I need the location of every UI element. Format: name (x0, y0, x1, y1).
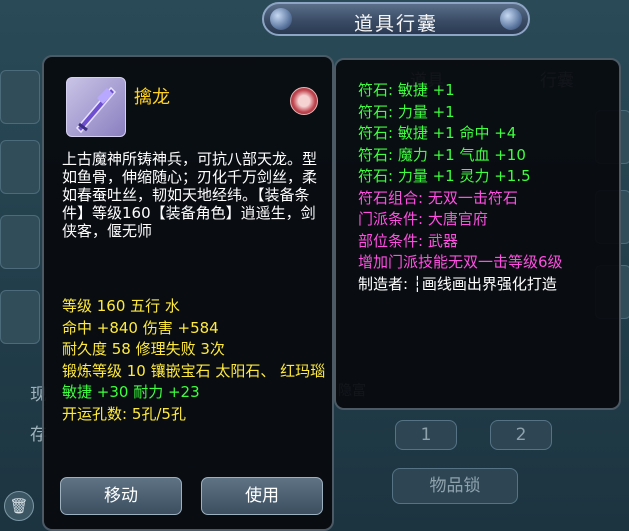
window-title-bar: 道具行囊 (262, 2, 530, 36)
move-button[interactable]: 移动 (60, 477, 182, 515)
rune-line: 符石: 魔力 +1 气血 +10 (358, 145, 526, 164)
rune-line: 符石: 力量 +1 (358, 102, 455, 121)
use-button[interactable]: 使用 (201, 477, 323, 515)
inventory-slot[interactable] (0, 140, 40, 194)
stat-level: 等级 160 五行 水 (62, 297, 180, 315)
stat-holes: 开运孔数: 5孔/5孔 (62, 404, 186, 423)
item-description: 上古魔神所铸神兵，可抗八部天龙。型如鱼骨，伸缩随心；刃化千万剑丝，柔如春蚕吐丝，… (62, 150, 318, 240)
item-name: 擒龙 (134, 87, 170, 108)
weapon-icon (66, 77, 126, 137)
rune-info-panel: 符石: 敏捷 +1 符石: 力量 +1 符石: 敏捷 +1 命中 +4 符石: … (334, 58, 621, 410)
rune-line: 符石: 敏捷 +1 命中 +4 (358, 124, 517, 142)
item-lock-button[interactable]: 物品锁 (392, 468, 518, 504)
inventory-slot[interactable] (0, 215, 40, 269)
sect-requirement: 门派条件: 大唐官府 (358, 210, 488, 228)
rune-lines: 符石: 敏捷 +1 符石: 力量 +1 符石: 敏捷 +1 命中 +4 符石: … (358, 80, 613, 295)
title-orb-right-icon (500, 8, 522, 30)
stat-agility-endurance: 敏捷 +30 耐力 +23 (62, 383, 200, 401)
item-stats: 等级 160 五行 水 命中 +840 伤害 +584 耐久度 58 修理失败 … (62, 296, 327, 425)
stat-durability: 耐久度 58 修理失败 3次 (62, 340, 225, 358)
rune-line: 符石: 力量 +1 灵力 +1.5 (358, 167, 531, 185)
page-2-button[interactable]: 2 (490, 420, 552, 450)
inventory-slot[interactable] (0, 70, 40, 124)
maker-line: 制造者: ┆画线画出界强化打造 (358, 274, 557, 293)
stat-forge: 锻炼等级 10 镶嵌宝石 太阳石、 红玛瑙 (62, 361, 326, 380)
part-requirement: 部位条件: 武器 (358, 231, 458, 250)
rune-line: 符石: 敏捷 +1 (358, 81, 455, 99)
window-title: 道具行囊 (353, 13, 438, 35)
inventory-slot[interactable] (0, 290, 40, 344)
trash-icon[interactable]: 🗑 (4, 491, 34, 521)
stat-hit-damage: 命中 +840 伤害 +584 (62, 318, 219, 337)
skill-bonus: 增加门派技能无双一击等级6级 (358, 253, 563, 271)
clock-icon[interactable] (290, 87, 318, 115)
item-tooltip-panel: 擒龙 上古魔神所铸神兵，可抗八部天龙。型如鱼骨，伸缩随心；刃化千万剑丝，柔如春蚕… (42, 55, 334, 531)
page-1-button[interactable]: 1 (395, 420, 457, 450)
rune-combo: 符石组合: 无双一击符石 (358, 188, 518, 207)
